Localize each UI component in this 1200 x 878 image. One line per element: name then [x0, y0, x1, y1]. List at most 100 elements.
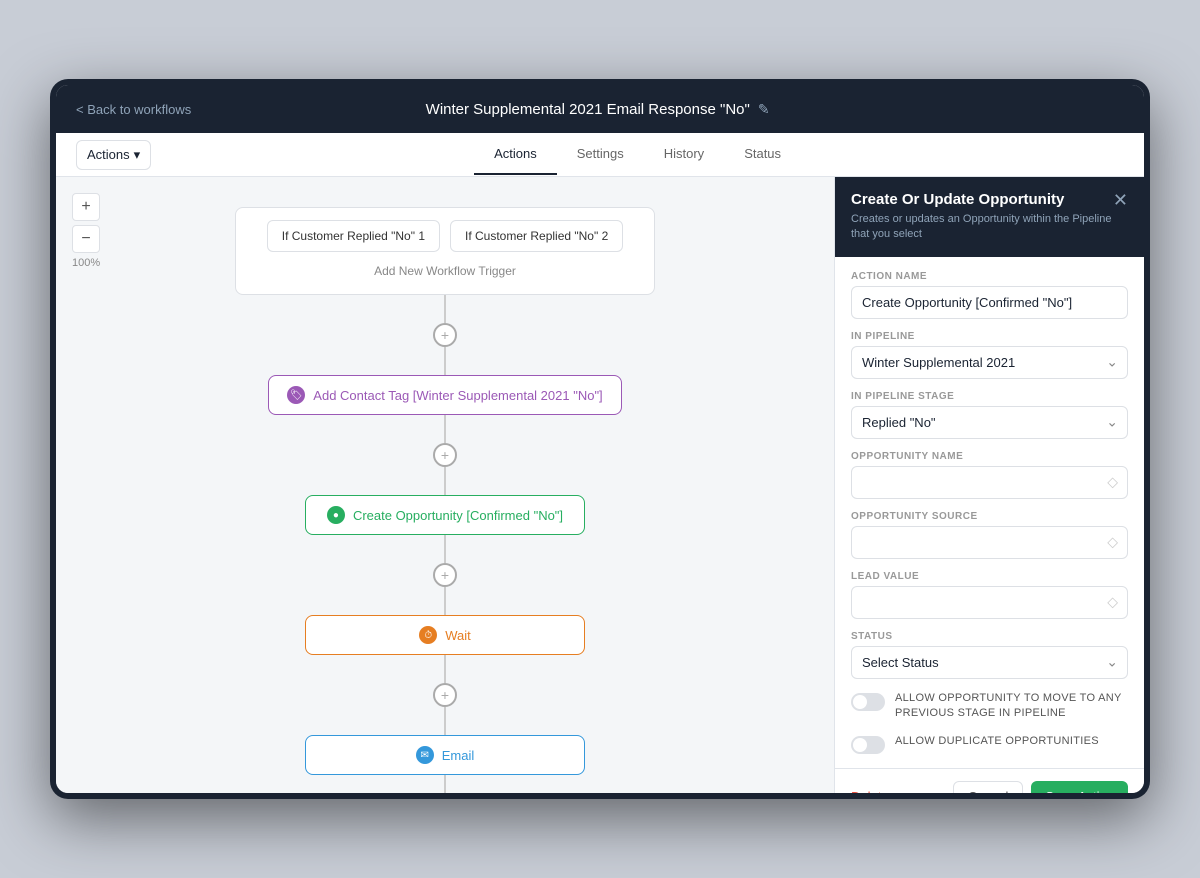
allow-previous-stage-label: ALLOW OPPORTUNITY TO MOVE TO ANY PREVIOU…: [895, 691, 1128, 722]
device-frame: < Back to workflows Winter Supplemental …: [50, 79, 1150, 799]
zoom-level-label: 100%: [72, 257, 100, 269]
app-header: < Back to workflows Winter Supplemental …: [56, 85, 1144, 133]
toggle-row-1: ALLOW OPPORTUNITY TO MOVE TO ANY PREVIOU…: [851, 691, 1128, 722]
in-pipeline-stage-select-wrapper: Replied "No": [851, 406, 1128, 439]
connector-5: +: [433, 775, 457, 793]
trigger-chip-1[interactable]: If Customer Replied "No" 1: [267, 220, 440, 252]
opportunity-source-input-wrapper: [851, 526, 1128, 559]
main-content: + − 100% If Customer Replied "No" 1 If C…: [56, 177, 1144, 793]
trigger-chip-2[interactable]: If Customer Replied "No" 2: [450, 220, 623, 252]
tabs-center: Actions Settings History Status: [474, 134, 801, 175]
workflow-flow: If Customer Replied "No" 1 If Customer R…: [76, 197, 814, 793]
zoom-in-button[interactable]: +: [72, 193, 100, 221]
opportunity-name-label: OPPORTUNITY NAME: [851, 451, 1128, 462]
line-5: [444, 535, 446, 563]
header-title-area: Winter Supplemental 2021 Email Response …: [426, 101, 770, 118]
workflow-canvas: + − 100% If Customer Replied "No" 1 If C…: [56, 177, 834, 793]
toggle-row-2: ALLOW DUPLICATE OPPORTUNITIES: [851, 734, 1128, 754]
in-pipeline-select-wrapper: Winter Supplemental 2021: [851, 346, 1128, 379]
line-9: [444, 775, 446, 793]
status-select-wrapper: Select Status: [851, 646, 1128, 679]
add-node-3[interactable]: +: [433, 563, 457, 587]
panel-title: Create Or Update Opportunity: [851, 191, 1113, 208]
tab-settings[interactable]: Settings: [557, 134, 644, 175]
tag-icon: 🏷: [287, 386, 305, 404]
edit-title-icon[interactable]: ✎: [758, 101, 770, 118]
email-icon: ✉: [416, 746, 434, 764]
add-node-1[interactable]: +: [433, 323, 457, 347]
dropdown-arrow-icon: ▾: [134, 147, 141, 163]
tab-actions[interactable]: Actions: [474, 134, 557, 175]
wait-icon: ⏱: [419, 626, 437, 644]
triggers-container: If Customer Replied "No" 1 If Customer R…: [235, 207, 655, 295]
in-pipeline-select[interactable]: Winter Supplemental 2021: [851, 346, 1128, 379]
footer-right-buttons: Cancel Save Action: [953, 781, 1128, 793]
app-container: < Back to workflows Winter Supplemental …: [56, 85, 1144, 793]
opportunity-name-input-wrapper: [851, 466, 1128, 499]
status-label: STATUS: [851, 631, 1128, 642]
actions-dropdown-label: Actions: [87, 147, 130, 162]
connector-1: +: [433, 295, 457, 375]
opportunity-node[interactable]: ● Create Opportunity [Confirmed "No"]: [305, 495, 585, 535]
actions-dropdown-button[interactable]: Actions ▾: [76, 140, 151, 170]
allow-duplicate-label: ALLOW DUPLICATE OPPORTUNITIES: [895, 734, 1099, 749]
zoom-out-button[interactable]: −: [72, 225, 100, 253]
add-node-4[interactable]: +: [433, 683, 457, 707]
email-node-label: Email: [442, 748, 475, 763]
panel-header: Create Or Update Opportunity Creates or …: [835, 177, 1144, 257]
trigger-row: If Customer Replied "No" 1 If Customer R…: [252, 220, 638, 252]
save-action-button[interactable]: Save Action: [1031, 781, 1128, 793]
tag-node-label: Add Contact Tag [Winter Supplemental 202…: [313, 388, 602, 403]
in-pipeline-field-group: IN PIPELINE Winter Supplemental 2021: [851, 331, 1128, 379]
close-panel-button[interactable]: ✕: [1113, 191, 1128, 209]
tab-history[interactable]: History: [644, 134, 724, 175]
panel-title-area: Create Or Update Opportunity Creates or …: [851, 191, 1113, 243]
status-select[interactable]: Select Status: [851, 646, 1128, 679]
lead-value-input-wrapper: [851, 586, 1128, 619]
add-trigger-button[interactable]: Add New Workflow Trigger: [252, 260, 638, 282]
wait-node[interactable]: ⏱ Wait: [305, 615, 585, 655]
line-6: [444, 587, 446, 615]
email-node[interactable]: ✉ Email: [305, 735, 585, 775]
opportunity-name-input[interactable]: [851, 466, 1128, 499]
tag-node[interactable]: 🏷 Add Contact Tag [Winter Supplemental 2…: [268, 375, 621, 415]
lead-value-input[interactable]: [851, 586, 1128, 619]
line-2: [444, 347, 446, 375]
lead-value-label: LEAD VALUE: [851, 571, 1128, 582]
connector-3: +: [433, 535, 457, 615]
opportunity-node-label: Create Opportunity [Confirmed "No"]: [353, 508, 563, 523]
action-name-input[interactable]: [851, 286, 1128, 319]
opportunity-source-field-group: OPPORTUNITY SOURCE: [851, 511, 1128, 559]
connector-2: +: [433, 415, 457, 495]
opportunity-name-field-group: OPPORTUNITY NAME: [851, 451, 1128, 499]
add-node-2[interactable]: +: [433, 443, 457, 467]
panel-footer: Delete Cancel Save Action: [835, 768, 1144, 793]
line-7: [444, 655, 446, 683]
panel-subtitle: Creates or updates an Opportunity within…: [851, 212, 1113, 243]
in-pipeline-label: IN PIPELINE: [851, 331, 1128, 342]
back-to-workflows-link[interactable]: < Back to workflows: [76, 102, 191, 117]
line-4: [444, 467, 446, 495]
line-8: [444, 707, 446, 735]
status-field-group: STATUS Select Status: [851, 631, 1128, 679]
workflow-title: Winter Supplemental 2021 Email Response …: [426, 101, 750, 118]
right-panel: Create Or Update Opportunity Creates or …: [834, 177, 1144, 793]
connector-4: +: [433, 655, 457, 735]
zoom-controls: + − 100%: [72, 193, 100, 269]
lead-value-field-group: LEAD VALUE: [851, 571, 1128, 619]
in-pipeline-stage-select[interactable]: Replied "No": [851, 406, 1128, 439]
delete-button[interactable]: Delete: [851, 789, 889, 793]
in-pipeline-stage-field-group: IN PIPELINE STAGE Replied "No": [851, 391, 1128, 439]
line-3: [444, 415, 446, 443]
opportunity-source-input[interactable]: [851, 526, 1128, 559]
action-name-label: ACTION NAME: [851, 271, 1128, 282]
in-pipeline-stage-label: IN PIPELINE STAGE: [851, 391, 1128, 402]
allow-duplicate-toggle[interactable]: [851, 736, 885, 754]
tabs-bar: Actions ▾ Actions Settings History Statu…: [56, 133, 1144, 177]
panel-body: ACTION NAME IN PIPELINE Winter Supplemen…: [835, 257, 1144, 768]
allow-previous-stage-toggle[interactable]: [851, 693, 885, 711]
tab-status[interactable]: Status: [724, 134, 801, 175]
opportunity-icon: ●: [327, 506, 345, 524]
line-1: [444, 295, 446, 323]
cancel-button[interactable]: Cancel: [953, 781, 1023, 793]
